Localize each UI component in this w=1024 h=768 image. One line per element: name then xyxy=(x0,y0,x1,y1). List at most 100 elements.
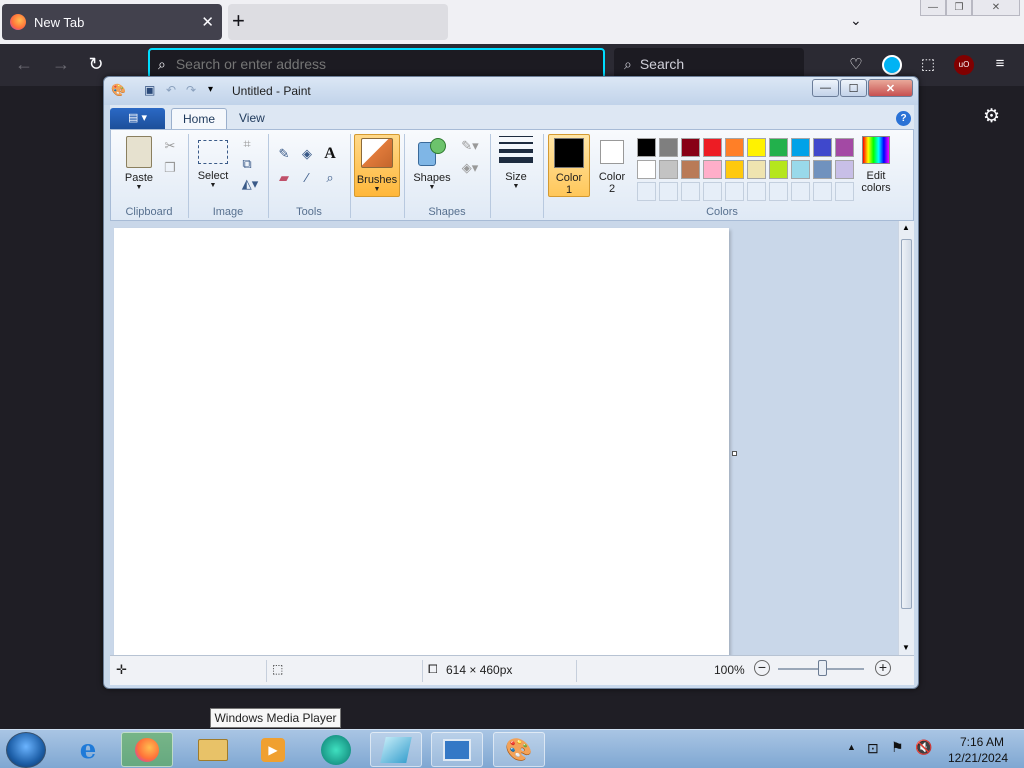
paint-app-icon[interactable]: 🎨 xyxy=(111,83,126,97)
zoom-slider-thumb[interactable] xyxy=(818,660,827,676)
firefox-taskbar-icon[interactable] xyxy=(121,732,173,767)
scroll-down-icon[interactable]: ▼ xyxy=(902,643,910,652)
magnifier-icon[interactable]: ⌕ xyxy=(320,168,340,188)
select-button[interactable]: Select ▼ xyxy=(193,134,233,189)
notepad-icon[interactable] xyxy=(370,732,422,767)
pocket-icon[interactable]: ♡ xyxy=(846,55,866,75)
palette-swatch[interactable] xyxy=(637,138,656,157)
custom-color-slot[interactable] xyxy=(725,182,744,201)
file-explorer-icon[interactable] xyxy=(187,732,239,767)
list-all-tabs-icon[interactable]: ⌄ xyxy=(850,12,862,29)
pencil-icon[interactable]: ✎ xyxy=(274,144,294,164)
palette-swatch[interactable] xyxy=(769,160,788,179)
save-icon[interactable]: ▣ xyxy=(144,83,155,97)
color2-button[interactable]: Color 2 xyxy=(591,134,633,197)
redo-icon[interactable]: ↷ xyxy=(186,83,196,97)
tab-view[interactable]: View xyxy=(228,108,276,129)
eraser-icon[interactable]: ▰ xyxy=(274,168,294,188)
back-arrow-icon[interactable]: ← xyxy=(13,54,35,75)
custom-color-slot[interactable] xyxy=(703,182,722,201)
vertical-scrollbar[interactable]: ▲ ▼ xyxy=(898,221,914,655)
paint-title-bar[interactable]: 🎨 ▣ ↶ ↷ ▾ Untitled - Paint — ☐ ✕ xyxy=(104,77,918,105)
scrollbar-thumb[interactable] xyxy=(901,239,912,609)
palette-swatch[interactable] xyxy=(769,138,788,157)
copy-icon[interactable]: ❐ xyxy=(160,158,180,178)
network-icon[interactable]: ⊡ xyxy=(867,740,879,757)
tab-blurred[interactable] xyxy=(228,4,448,40)
start-button[interactable] xyxy=(6,732,46,768)
maximize-button[interactable]: ☐ xyxy=(840,79,867,97)
palette-swatch[interactable] xyxy=(659,138,678,157)
palette-swatch[interactable] xyxy=(747,138,766,157)
zoom-in-icon[interactable]: + xyxy=(875,660,891,676)
palette-swatch[interactable] xyxy=(725,138,744,157)
forward-arrow-icon[interactable]: → xyxy=(50,54,72,75)
file-menu-button[interactable]: ▤ ▾ xyxy=(110,108,165,129)
show-hidden-icons-icon[interactable]: ▲ xyxy=(847,742,856,752)
shapes-button[interactable]: Shapes ▼ xyxy=(409,134,455,191)
palette-swatch[interactable] xyxy=(813,160,832,179)
scroll-up-icon[interactable]: ▲ xyxy=(902,223,910,232)
ublock-icon[interactable]: uO xyxy=(954,55,974,75)
extensions-icon[interactable]: ⬚ xyxy=(918,55,938,75)
custom-color-slot[interactable] xyxy=(747,182,766,201)
windows-media-player-icon[interactable]: ▶ xyxy=(247,732,299,767)
brushes-button[interactable]: Brushes ▼ xyxy=(354,134,400,197)
reload-icon[interactable]: ↻ xyxy=(85,54,107,75)
paste-button[interactable]: Paste ▼ xyxy=(119,134,159,191)
custom-color-slot[interactable] xyxy=(637,182,656,201)
media-app-icon[interactable] xyxy=(310,732,362,767)
color1-button[interactable]: Color 1 xyxy=(548,134,590,197)
fill-bucket-icon[interactable]: ◈ xyxy=(297,144,317,164)
action-center-flag-icon[interactable]: ⚑ xyxy=(891,739,904,756)
clock-time[interactable]: 7:16 AM xyxy=(950,735,1014,749)
close-tab-icon[interactable]: ✕ xyxy=(201,13,214,31)
custom-color-slot[interactable] xyxy=(791,182,810,201)
palette-swatch[interactable] xyxy=(747,160,766,179)
clock-date[interactable]: 12/21/2024 xyxy=(942,751,1014,765)
size-button[interactable]: Size ▼ xyxy=(495,134,537,190)
palette-swatch[interactable] xyxy=(703,138,722,157)
close-window-button[interactable]: ✕ xyxy=(972,0,1020,16)
internet-explorer-icon[interactable]: e xyxy=(62,732,114,767)
custom-color-slot[interactable] xyxy=(835,182,854,201)
new-tab-button[interactable]: + xyxy=(232,10,245,32)
undo-icon[interactable]: ↶ xyxy=(166,83,176,97)
paint-taskbar-icon[interactable]: 🎨 xyxy=(493,732,545,767)
palette-swatch[interactable] xyxy=(681,160,700,179)
custom-color-slot[interactable] xyxy=(769,182,788,201)
drawing-canvas[interactable] xyxy=(114,228,729,658)
palette-swatch[interactable] xyxy=(725,160,744,179)
palette-swatch[interactable] xyxy=(703,160,722,179)
palette-swatch[interactable] xyxy=(835,160,854,179)
zoom-out-icon[interactable]: − xyxy=(754,660,770,676)
remote-desktop-icon[interactable] xyxy=(431,732,483,767)
cut-icon[interactable]: ✂ xyxy=(160,136,180,156)
rotate-icon[interactable]: ◭▾ xyxy=(237,174,263,194)
customize-quick-access-icon[interactable]: ▾ xyxy=(208,84,213,95)
crop-icon[interactable]: ⌗ xyxy=(237,134,257,154)
color-picker-icon[interactable]: ⁄ xyxy=(297,168,317,188)
restore-button[interactable]: ❐ xyxy=(946,0,972,16)
minimize-button[interactable]: — xyxy=(920,0,946,16)
minimize-button[interactable]: — xyxy=(812,79,839,97)
palette-swatch[interactable] xyxy=(659,160,678,179)
help-icon[interactable]: ? xyxy=(896,111,911,126)
custom-color-slot[interactable] xyxy=(681,182,700,201)
edit-colors-button[interactable]: Edit colors xyxy=(855,134,897,194)
address-input[interactable] xyxy=(175,56,576,72)
palette-swatch[interactable] xyxy=(813,138,832,157)
palette-swatch[interactable] xyxy=(637,160,656,179)
resize-icon[interactable]: ⧉ xyxy=(237,154,257,174)
text-icon[interactable]: A xyxy=(320,144,340,164)
resize-handle[interactable] xyxy=(732,451,737,456)
palette-swatch[interactable] xyxy=(681,138,700,157)
palette-swatch[interactable] xyxy=(835,138,854,157)
volume-muted-icon[interactable]: 🔇 xyxy=(915,739,932,756)
outline-icon[interactable]: ✎▾ xyxy=(457,136,483,156)
palette-swatch[interactable] xyxy=(791,138,810,157)
custom-color-slot[interactable] xyxy=(659,182,678,201)
tab-new-tab[interactable]: New Tab ✕ xyxy=(2,4,222,40)
palette-swatch[interactable] xyxy=(791,160,810,179)
account-avatar-icon[interactable] xyxy=(882,55,902,75)
